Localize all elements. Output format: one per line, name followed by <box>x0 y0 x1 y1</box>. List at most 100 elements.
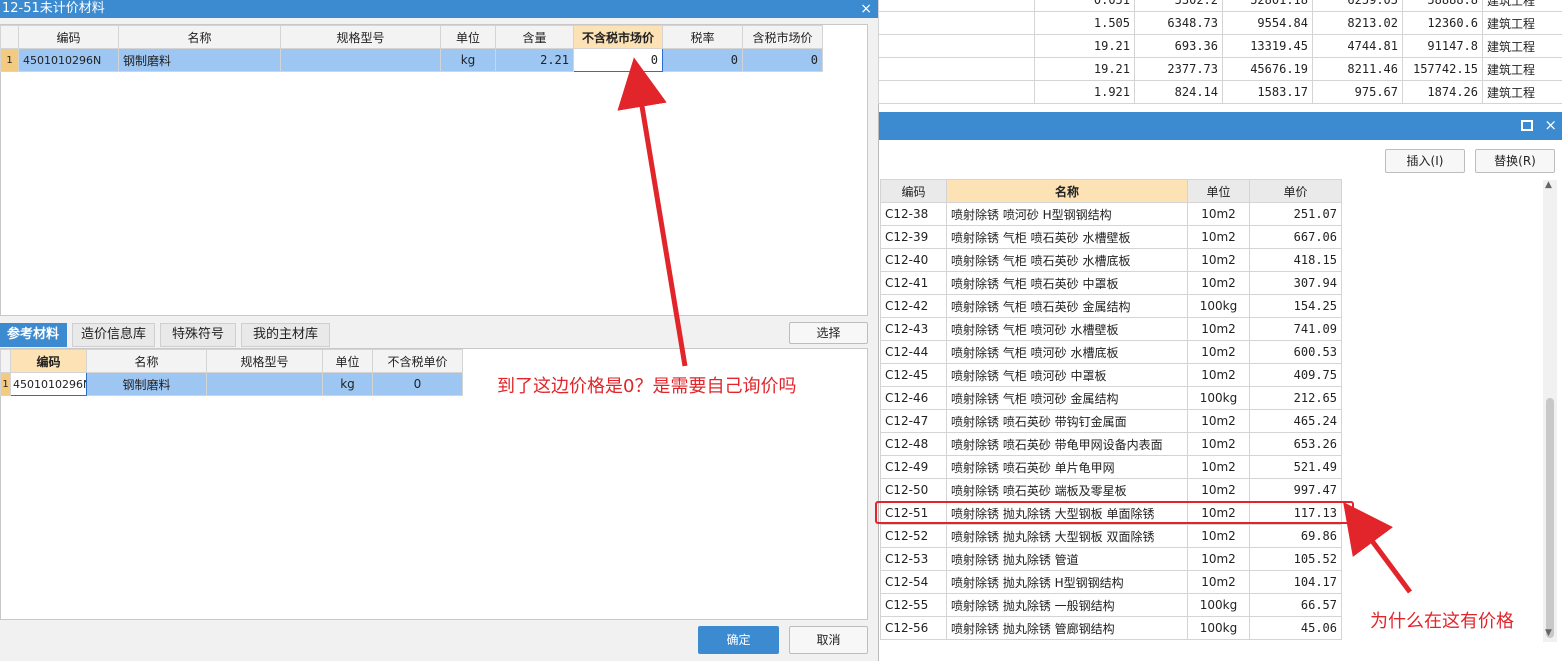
cell-unit[interactable]: 10m2 <box>1187 501 1250 525</box>
cell-code[interactable]: C12-50 <box>880 478 947 502</box>
tab-special-symbols[interactable]: 特殊符号 <box>160 323 236 347</box>
table-row[interactable]: C12-44 喷射除锈 气柜 喷河砂 水槽底板 10m2 600.53 <box>880 340 1342 364</box>
column-header-unit-price-excl-tax[interactable]: 不含税单价 <box>372 349 463 373</box>
table-row[interactable]: C12-55 喷射除锈 抛丸除锈 一般钢结构 100kg 66.57 <box>880 593 1342 617</box>
cell-name[interactable]: 喷射除锈 抛丸除锈 H型钢钢结构 <box>946 570 1188 594</box>
tab-cost-info-library[interactable]: 造价信息库 <box>72 323 155 347</box>
cell-unit-price[interactable]: 69.86 <box>1249 524 1342 548</box>
cell-name[interactable]: 喷射除锈 气柜 喷河砂 金属结构 <box>946 386 1188 410</box>
table-cell[interactable]: 91147.8 <box>1402 34 1483 58</box>
cell-category[interactable]: 建筑工程 <box>1482 80 1562 104</box>
column-header-unit-price[interactable]: 单价 <box>1249 179 1342 203</box>
cell-unit-price[interactable]: 212.65 <box>1249 386 1342 410</box>
table-cell[interactable]: 8211.46 <box>1312 57 1403 81</box>
close-icon[interactable]: × <box>860 0 872 18</box>
cell-name[interactable]: 喷射除锈 喷石英砂 端板及零星板 <box>946 478 1188 502</box>
scroll-thumb[interactable] <box>1546 398 1554 638</box>
table-row[interactable]: C12-42 喷射除锈 气柜 喷石英砂 金属结构 100kg 154.25 <box>880 294 1342 318</box>
cell-unit[interactable]: 100kg <box>1187 593 1250 617</box>
vertical-scrollbar[interactable]: ▲ ▼ <box>1543 180 1557 642</box>
cell-unit-price[interactable]: 45.06 <box>1249 616 1342 640</box>
table-cell[interactable]: 824.14 <box>1134 80 1223 104</box>
price-excl-tax-input[interactable]: 0 <box>573 48 663 72</box>
cell-name[interactable]: 钢制磨料 <box>118 48 281 72</box>
column-header-code[interactable]: 编码 <box>10 349 87 373</box>
cell-name[interactable]: 喷射除锈 抛丸除锈 管廊钢结构 <box>946 616 1188 640</box>
table-row[interactable]: C12-51 喷射除锈 抛丸除锈 大型钢板 单面除锈 10m2 117.13 <box>880 501 1342 525</box>
table-cell[interactable]: 1874.26 <box>1402 80 1483 104</box>
cell-unit-price[interactable]: 0 <box>372 372 463 396</box>
cell-price-incl-tax[interactable]: 0 <box>742 48 823 72</box>
table-row[interactable]: C12-45 喷射除锈 气柜 喷河砂 中罩板 10m2 409.75 <box>880 363 1342 387</box>
select-button[interactable]: 选择 <box>789 322 868 344</box>
table-cell[interactable]: 1.921 <box>1034 80 1135 104</box>
insert-button[interactable]: 插入(I) <box>1385 149 1465 173</box>
cell-unit[interactable]: 10m2 <box>1187 202 1250 226</box>
maximize-icon[interactable] <box>1521 120 1533 131</box>
cell-unit[interactable]: 10m2 <box>1187 340 1250 364</box>
cell-unit-price[interactable]: 418.15 <box>1249 248 1342 272</box>
cell-unit[interactable]: 10m2 <box>1187 478 1250 502</box>
cell-code[interactable]: 4501010296N <box>10 372 87 396</box>
tab-reference-material[interactable]: 参考材料 <box>0 323 67 347</box>
cell-code[interactable]: C12-51 <box>880 501 947 525</box>
cell-code[interactable]: C12-48 <box>880 432 947 456</box>
close-icon[interactable]: × <box>1544 116 1557 134</box>
cell-unit-price[interactable]: 653.26 <box>1249 432 1342 456</box>
table-cell[interactable]: 19.21 <box>1034 57 1135 81</box>
cell-name[interactable]: 喷射除锈 抛丸除锈 一般钢结构 <box>946 593 1188 617</box>
column-header-unit[interactable]: 单位 <box>322 349 373 373</box>
cell-name[interactable]: 喷射除锈 喷石英砂 单片龟甲网 <box>946 455 1188 479</box>
table-row[interactable]: C12-50 喷射除锈 喷石英砂 端板及零星板 10m2 997.47 <box>880 478 1342 502</box>
cell-unit[interactable]: 10m2 <box>1187 409 1250 433</box>
cell-tax-rate[interactable]: 0 <box>662 48 743 72</box>
table-cell[interactable]: 6348.73 <box>1134 11 1223 35</box>
table-cell[interactable]: 13319.45 <box>1222 34 1313 58</box>
cell-code[interactable]: C12-55 <box>880 593 947 617</box>
scroll-down-icon[interactable]: ▼ <box>1545 628 1552 638</box>
table-row[interactable]: 1.921 824.14 1583.17 975.67 1874.26 建筑工程 <box>878 80 1562 104</box>
cell-code[interactable]: C12-56 <box>880 616 947 640</box>
cell-code[interactable]: C12-43 <box>880 317 947 341</box>
cell-name[interactable]: 喷射除锈 抛丸除锈 管道 <box>946 547 1188 571</box>
cell-unit-price[interactable]: 307.94 <box>1249 271 1342 295</box>
table-cell[interactable]: 157742.15 <box>1402 57 1483 81</box>
column-header-price-incl-tax[interactable]: 含税市场价 <box>742 25 823 49</box>
cell-name[interactable]: 喷射除锈 喷石英砂 带钩钉金属面 <box>946 409 1188 433</box>
cell-unit[interactable]: 10m2 <box>1187 248 1250 272</box>
cell-code[interactable]: C12-46 <box>880 386 947 410</box>
table-cell[interactable]: 1583.17 <box>1222 80 1313 104</box>
cell-unit-price[interactable]: 465.24 <box>1249 409 1342 433</box>
replace-button[interactable]: 替换(R) <box>1475 149 1555 173</box>
cell-category[interactable]: 建筑工程 <box>1482 34 1562 58</box>
table-row[interactable]: C12-39 喷射除锈 气柜 喷石英砂 水槽壁板 10m2 667.06 <box>880 225 1342 249</box>
cell-code[interactable]: C12-39 <box>880 225 947 249</box>
table-row[interactable]: C12-38 喷射除锈 喷河砂 H型钢钢结构 10m2 251.07 <box>880 202 1342 226</box>
table-row[interactable]: C12-53 喷射除锈 抛丸除锈 管道 10m2 105.52 <box>880 547 1342 571</box>
cell-spec[interactable] <box>206 372 323 396</box>
cell-unit[interactable]: 10m2 <box>1187 363 1250 387</box>
cell-code[interactable]: C12-42 <box>880 294 947 318</box>
column-header-unit[interactable]: 单位 <box>1187 179 1250 203</box>
cell-name[interactable]: 喷射除锈 气柜 喷河砂 水槽底板 <box>946 340 1188 364</box>
cell-name[interactable]: 喷射除锈 气柜 喷河砂 中罩板 <box>946 363 1188 387</box>
table-row[interactable]: 1 4501010296N 钢制磨料 kg 2.21 0 0 0 <box>0 48 823 72</box>
table-cell[interactable]: 4744.81 <box>1312 34 1403 58</box>
cell-unit[interactable]: 10m2 <box>1187 455 1250 479</box>
cell-name[interactable]: 喷射除锈 气柜 喷河砂 水槽壁板 <box>946 317 1188 341</box>
cell-name[interactable]: 钢制磨料 <box>86 372 207 396</box>
cell-unit[interactable]: 10m2 <box>1187 432 1250 456</box>
table-cell[interactable]: 19.21 <box>1034 34 1135 58</box>
column-header-name[interactable]: 名称 <box>946 179 1188 203</box>
cell-unit[interactable]: 10m2 <box>1187 547 1250 571</box>
cell-code[interactable]: C12-52 <box>880 524 947 548</box>
table-cell[interactable]: 975.67 <box>1312 80 1403 104</box>
cell-quantity[interactable]: 2.21 <box>495 48 574 72</box>
confirm-button[interactable]: 确定 <box>698 626 779 654</box>
column-header-name[interactable]: 名称 <box>118 25 281 49</box>
cell-unit[interactable]: 10m2 <box>1187 524 1250 548</box>
table-row[interactable]: C12-47 喷射除锈 喷石英砂 带钩钉金属面 10m2 465.24 <box>880 409 1342 433</box>
cell-unit-price[interactable]: 251.07 <box>1249 202 1342 226</box>
cell-unit[interactable]: kg <box>322 372 373 396</box>
cell-category[interactable]: 建筑工程 <box>1482 11 1562 35</box>
